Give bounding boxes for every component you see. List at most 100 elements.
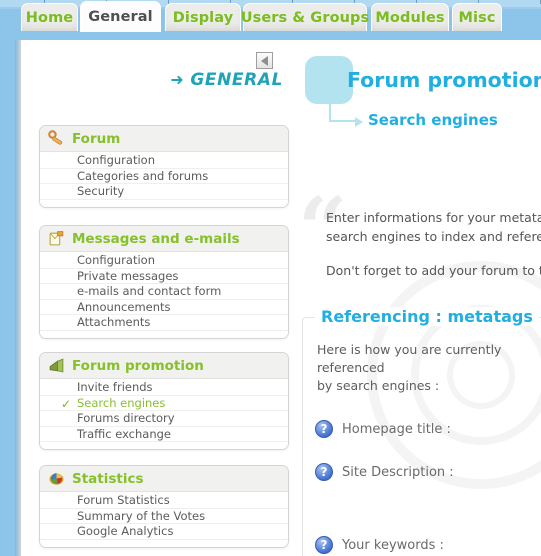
arrow-right-icon: ➜ [170,70,185,89]
tab-label: Modules [375,9,445,26]
help-icon[interactable]: ? [315,463,333,481]
metatags-legend: Referencing : metatags [315,307,539,326]
panel-header: Statistics [40,466,288,492]
panel-title: Statistics [72,470,144,487]
sidebar-section-title-label: GENERAL [190,70,283,90]
tab-label: Misc [458,9,496,26]
tab-misc[interactable]: Misc [452,3,502,31]
sidebar-item-label: Summary of the Votes [77,508,206,523]
sidebar-item-label: Google Analytics [77,524,174,538]
admin-panel-window: Home General Display Users & Groups Modules M… [0,0,541,556]
chevron-left-icon [261,55,268,66]
mailbox-icon [49,231,64,246]
panel-title: Messages and e-mails [72,230,240,247]
metatags-description-line-3: by search engines : [317,378,440,394]
sidebar-item-security[interactable]: Security [40,184,288,200]
field-label: Site Description : [342,464,454,480]
content-area: “ Forum promotion Search engines Enter i… [293,40,541,556]
sidebar-panel-forum-promotion: Forum promotion Invite friends ✓ Search eng… [39,352,289,450]
sidebar-item-traffic-exchange[interactable]: Traffic exchange [40,426,288,442]
sidebar-item-label: Configuration [77,253,155,267]
intro-line-1: Enter informations for your metatag [326,210,541,225]
sidebar-item-forums-directory[interactable]: Forums directory [40,411,288,427]
sidebar-item-announcements[interactable]: Announcements [40,299,288,315]
field-row: ? Your keywords : [315,536,444,554]
sidebar-item-summary-of-the-votes[interactable]: Summary of the Votes [40,508,288,524]
sidebar-item-label: Search engines [77,395,166,410]
sidebar-collapse-button[interactable] [256,52,273,69]
panel-header: Forum [40,126,288,152]
megaphone-icon [48,357,65,374]
pie-chart-icon [49,473,64,485]
field-row: ? Site Description : [315,463,454,481]
megaphone-icon [49,358,64,373]
sidebar-item-attachments[interactable]: Attachments [40,315,288,331]
sidebar-item-google-analytics[interactable]: Google Analytics [40,524,288,540]
sidebar-panel-forum: Forum Configuration Categories and forums S… [39,125,289,208]
metatags-description-line-2: referenced [317,360,385,376]
tab-label: Home [25,9,74,26]
sidebar-item-label: Security [77,184,125,198]
sidebar-item-configuration[interactable]: Configuration [40,253,288,269]
panel-header: Forum promotion [40,353,288,379]
panel-body: Forum Statistics Summary of the Votes Goog… [40,492,288,547]
intro-paragraph-1: Enter informations for your metatag sear… [326,208,541,247]
sidebar-item-label: Configuration [77,153,155,167]
sidebar-item-forum-statistics[interactable]: Forum Statistics [40,493,288,509]
help-icon[interactable]: ? [315,536,333,554]
tab-display[interactable]: Display [165,3,241,31]
breadcrumb-title: Forum promotion [347,68,541,92]
sidebar-section-title: ➜ GENERAL [170,70,283,90]
sidebar-item-categories-and-forums[interactable]: Categories and forums [40,168,288,184]
breadcrumb-arrow-icon [355,117,363,127]
panel-body: Configuration Categories and forums Securi… [40,152,288,207]
sidebar-item-search-engines[interactable]: ✓ Search engines [40,395,288,411]
panel-header: Messages and e-mails [40,226,288,252]
panel-body: Configuration Private messages e-mails and… [40,252,288,338]
intro-text: Enter informations for your metatag sear… [326,208,541,294]
sidebar-item-label: Invite friends [77,380,153,394]
breadcrumb-current-page[interactable]: Search engines [368,111,498,129]
metatags-description: Here is how you are currently referenced… [317,341,501,395]
breadcrumb-box-icon [305,56,353,104]
sidebar-panel-messages-and-e-mails: Messages and e-mails Configuration Private… [39,225,289,339]
metatags-description-line-1: Here is how you are currently [317,342,502,357]
breadcrumb-elbow-connector [329,104,357,122]
sidebar-item-private-messages[interactable]: Private messages [40,268,288,284]
sidebar: ➜ GENERAL Forum Configuration Categories a… [21,40,293,556]
metatags-fieldset: Referencing : metatags Here is how you a… [302,307,541,556]
sidebar-item-label: Forums directory [77,411,175,425]
field-label: Homepage title : [342,421,451,437]
tab-users-groups[interactable]: Users & Groups [240,3,370,31]
tab-label: Users & Groups [240,9,370,26]
sidebar-item-label: Forum Statistics [77,493,170,507]
intro-line-3: Don't forget to add your forum to th [326,262,541,278]
wrench-icon [48,130,65,147]
check-icon: ✓ [61,396,72,411]
mailbox-icon [48,230,65,247]
sidebar-item-label: Private messages [77,268,179,283]
tab-label: Display [172,9,234,26]
sidebar-item-e-mails-and-contact-form[interactable]: e-mails and contact form [40,284,288,300]
tab-home[interactable]: Home [21,3,78,31]
sidebar-item-label: Attachments [77,315,151,329]
sidebar-item-configuration[interactable]: Configuration [40,153,288,169]
intro-line-2: search engines to index and referen [326,229,541,245]
panel-title: Forum promotion [72,357,204,374]
pie-chart-icon [48,470,65,487]
tab-modules[interactable]: Modules [371,3,449,31]
sidebar-item-label: e-mails and contact form [77,284,222,298]
intro-paragraph-2: Don't forget to add your forum to th [326,261,541,280]
sidebar-item-label: Traffic exchange [77,426,172,441]
help-icon[interactable]: ? [315,420,333,438]
sidebar-item-invite-friends[interactable]: Invite friends [40,380,288,396]
field-row: ? Homepage title : [315,420,451,438]
tab-general[interactable]: General [80,1,161,32]
panel-body: Invite friends ✓ Search engines Forums dire… [40,379,288,449]
tab-label: General [88,9,153,25]
page-body: ➜ GENERAL Forum Configuration Categories a… [21,40,541,556]
sidebar-panel-statistics: Statistics Forum Statistics Summary of the… [39,465,289,548]
sidebar-item-label: Categories and forums [77,168,209,183]
wrench-icon [48,130,63,145]
sidebar-item-label: Announcements [77,299,171,314]
